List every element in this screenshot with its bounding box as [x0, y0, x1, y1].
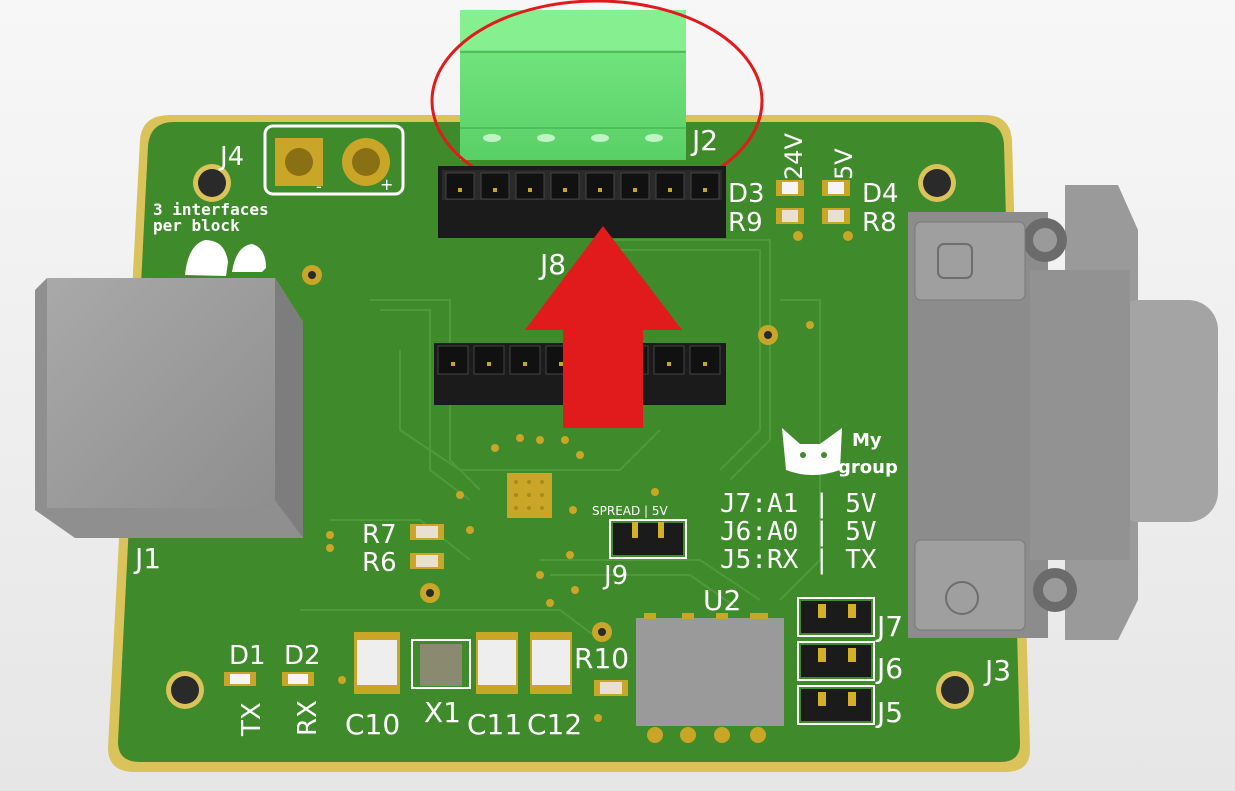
v5-label: 5V — [830, 148, 858, 180]
d3-label: D3 — [728, 179, 765, 209]
j1-label: J1 — [133, 542, 161, 575]
j4-label: J4 — [218, 142, 244, 172]
x1-label: X1 — [424, 696, 461, 729]
u2-label: U2 — [703, 584, 741, 617]
u2-chip[interactable] — [636, 613, 784, 743]
capacitor-c12 — [530, 632, 572, 694]
rx-label: RX — [293, 700, 323, 736]
led-d1 — [224, 672, 256, 686]
capacitor-c10 — [354, 632, 400, 694]
j8-label: J8 — [538, 248, 566, 281]
led-d3 — [776, 180, 804, 196]
resistor-r6 — [410, 553, 444, 569]
c10-label: C10 — [345, 708, 400, 741]
d4-label: D4 — [862, 179, 899, 209]
j7-map-label: J7:A1 | 5V — [720, 489, 877, 519]
logo-line-2: group — [838, 457, 898, 478]
j5-map-label: J5:RX | TX — [720, 545, 877, 575]
resistor-r10 — [594, 680, 628, 696]
c11-label: C11 — [467, 708, 522, 741]
note-line-2: per block — [153, 216, 240, 235]
r10-label: R10 — [574, 642, 629, 675]
j9-label: J9 — [602, 561, 628, 591]
led-d2 — [282, 672, 314, 686]
j4-minus-label: - — [316, 177, 322, 196]
j7-header[interactable] — [797, 597, 875, 637]
j4-plus-label: + — [380, 175, 393, 194]
j6-label: J6 — [875, 652, 903, 685]
j2-label: J2 — [690, 124, 718, 157]
led-d4 — [822, 180, 850, 196]
j2-terminal-block[interactable] — [460, 10, 686, 160]
v24-label: 24V — [780, 132, 808, 180]
j8-header-top[interactable] — [438, 166, 726, 238]
pcb-render: J4 - + 3 interfaces per block J2 J8 D3 R… — [0, 0, 1235, 791]
test-pad-grid — [507, 473, 552, 518]
j6-header[interactable] — [797, 641, 875, 681]
spread-label: SPREAD | 5V — [592, 504, 669, 518]
tx-label: TX — [237, 702, 267, 737]
j6-map-label: J6:A0 | 5V — [720, 517, 877, 547]
j3-label: J3 — [983, 654, 1011, 687]
j1-connector[interactable] — [35, 278, 303, 538]
j7-label: J7 — [875, 610, 903, 643]
j5-label: J5 — [875, 696, 903, 729]
capacitor-c11 — [476, 632, 518, 694]
r6-label: R6 — [362, 548, 397, 578]
j5-header[interactable] — [797, 685, 875, 725]
c12-label: C12 — [527, 708, 582, 741]
d1-label: D1 — [229, 641, 266, 671]
crystal-x1 — [411, 639, 471, 689]
resistor-r9 — [776, 208, 804, 224]
j9-jumper[interactable] — [609, 519, 687, 559]
r8-label: R8 — [862, 208, 897, 238]
resistor-r8 — [822, 208, 850, 224]
r7-label: R7 — [362, 520, 397, 550]
d2-label: D2 — [284, 641, 321, 671]
resistor-r7 — [410, 524, 444, 540]
r9-label: R9 — [728, 208, 763, 238]
logo-line-1: My — [852, 430, 882, 451]
